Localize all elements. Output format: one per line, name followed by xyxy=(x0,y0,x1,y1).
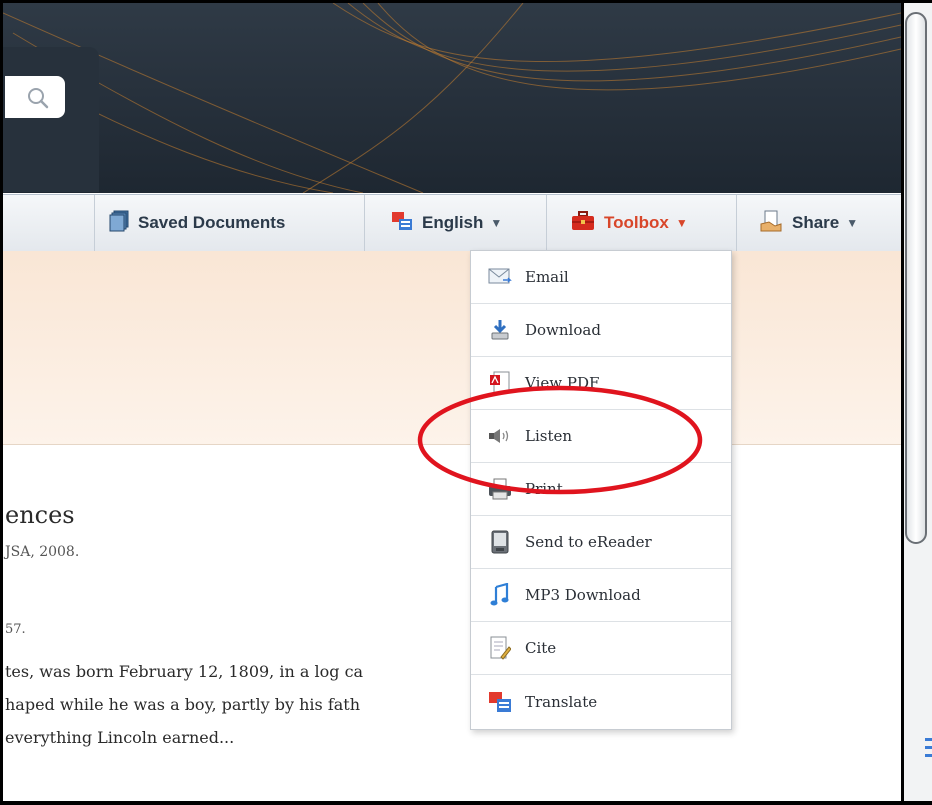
menu-item-cite[interactable]: Cite xyxy=(471,622,731,675)
article-preview: ences JSA, 2008. 57. tes, was born Febru… xyxy=(3,480,473,780)
article-source: JSA, 2008. xyxy=(5,544,80,560)
language-label: English xyxy=(422,213,484,232)
menu-item-view-pdf[interactable]: View PDF xyxy=(471,357,731,410)
article-text-line: everything Lincoln earned... xyxy=(5,728,235,747)
scrollbar-thumb[interactable] xyxy=(905,12,927,544)
toolbox-icon xyxy=(571,210,595,236)
language-dropdown[interactable]: English ▼ xyxy=(364,195,546,251)
ereader-icon xyxy=(487,529,513,555)
language-flag-icon xyxy=(391,211,413,236)
frame-border xyxy=(0,0,932,3)
email-icon xyxy=(487,264,513,290)
menu-item-translate[interactable]: Translate xyxy=(471,675,731,728)
share-dropdown[interactable]: Share ▼ xyxy=(736,195,901,251)
chevron-down-icon: ▼ xyxy=(675,216,688,230)
header-banner xyxy=(3,3,901,193)
search-panel xyxy=(3,47,99,192)
document-header-band xyxy=(3,251,901,445)
music-note-icon xyxy=(487,582,513,608)
search-icon[interactable] xyxy=(26,86,50,115)
toolbox-label: Toolbox xyxy=(604,213,669,232)
toolbox-dropdown[interactable]: Toolbox ▼ xyxy=(546,195,736,251)
article-text-line: tes, was born February 12, 1809, in a lo… xyxy=(5,662,364,681)
speaker-icon xyxy=(487,423,513,449)
chevron-down-icon: ▼ xyxy=(846,216,859,230)
menu-item-send-to-ereader[interactable]: Send to eReader xyxy=(471,516,731,569)
saved-documents-label: Saved Documents xyxy=(138,213,286,232)
frame-border xyxy=(901,0,904,805)
share-label: Share xyxy=(792,213,840,232)
toolbox-menu: Email Download View PDF Listen Print Sen… xyxy=(470,250,732,730)
menu-item-email[interactable]: Email xyxy=(471,251,731,304)
cite-icon xyxy=(487,635,513,661)
menu-item-print[interactable]: Print xyxy=(471,463,731,516)
saved-documents-button[interactable]: Saved Documents xyxy=(94,195,364,251)
toolbar: Saved Documents English ▼ Toolbox ▼ Shar… xyxy=(3,194,901,252)
folder-documents-icon xyxy=(109,210,129,237)
article-reference: 57. xyxy=(5,622,26,637)
printer-icon xyxy=(487,476,513,502)
translate-icon xyxy=(487,689,513,715)
partial-menu-icon xyxy=(925,738,932,757)
frame-border xyxy=(0,0,3,805)
pdf-icon xyxy=(487,370,513,396)
article-text-line: haped while he was a boy, partly by his … xyxy=(5,695,361,714)
decorative-swoosh-lines xyxy=(3,3,901,193)
menu-item-listen[interactable]: Listen xyxy=(471,410,731,463)
menu-item-download[interactable]: Download xyxy=(471,304,731,357)
share-icon xyxy=(759,210,783,237)
frame-border xyxy=(0,801,932,805)
article-title[interactable]: ences xyxy=(5,501,75,529)
download-icon xyxy=(487,317,513,343)
menu-item-mp3-download[interactable]: MP3 Download xyxy=(471,569,731,622)
chevron-down-icon: ▼ xyxy=(490,216,503,230)
